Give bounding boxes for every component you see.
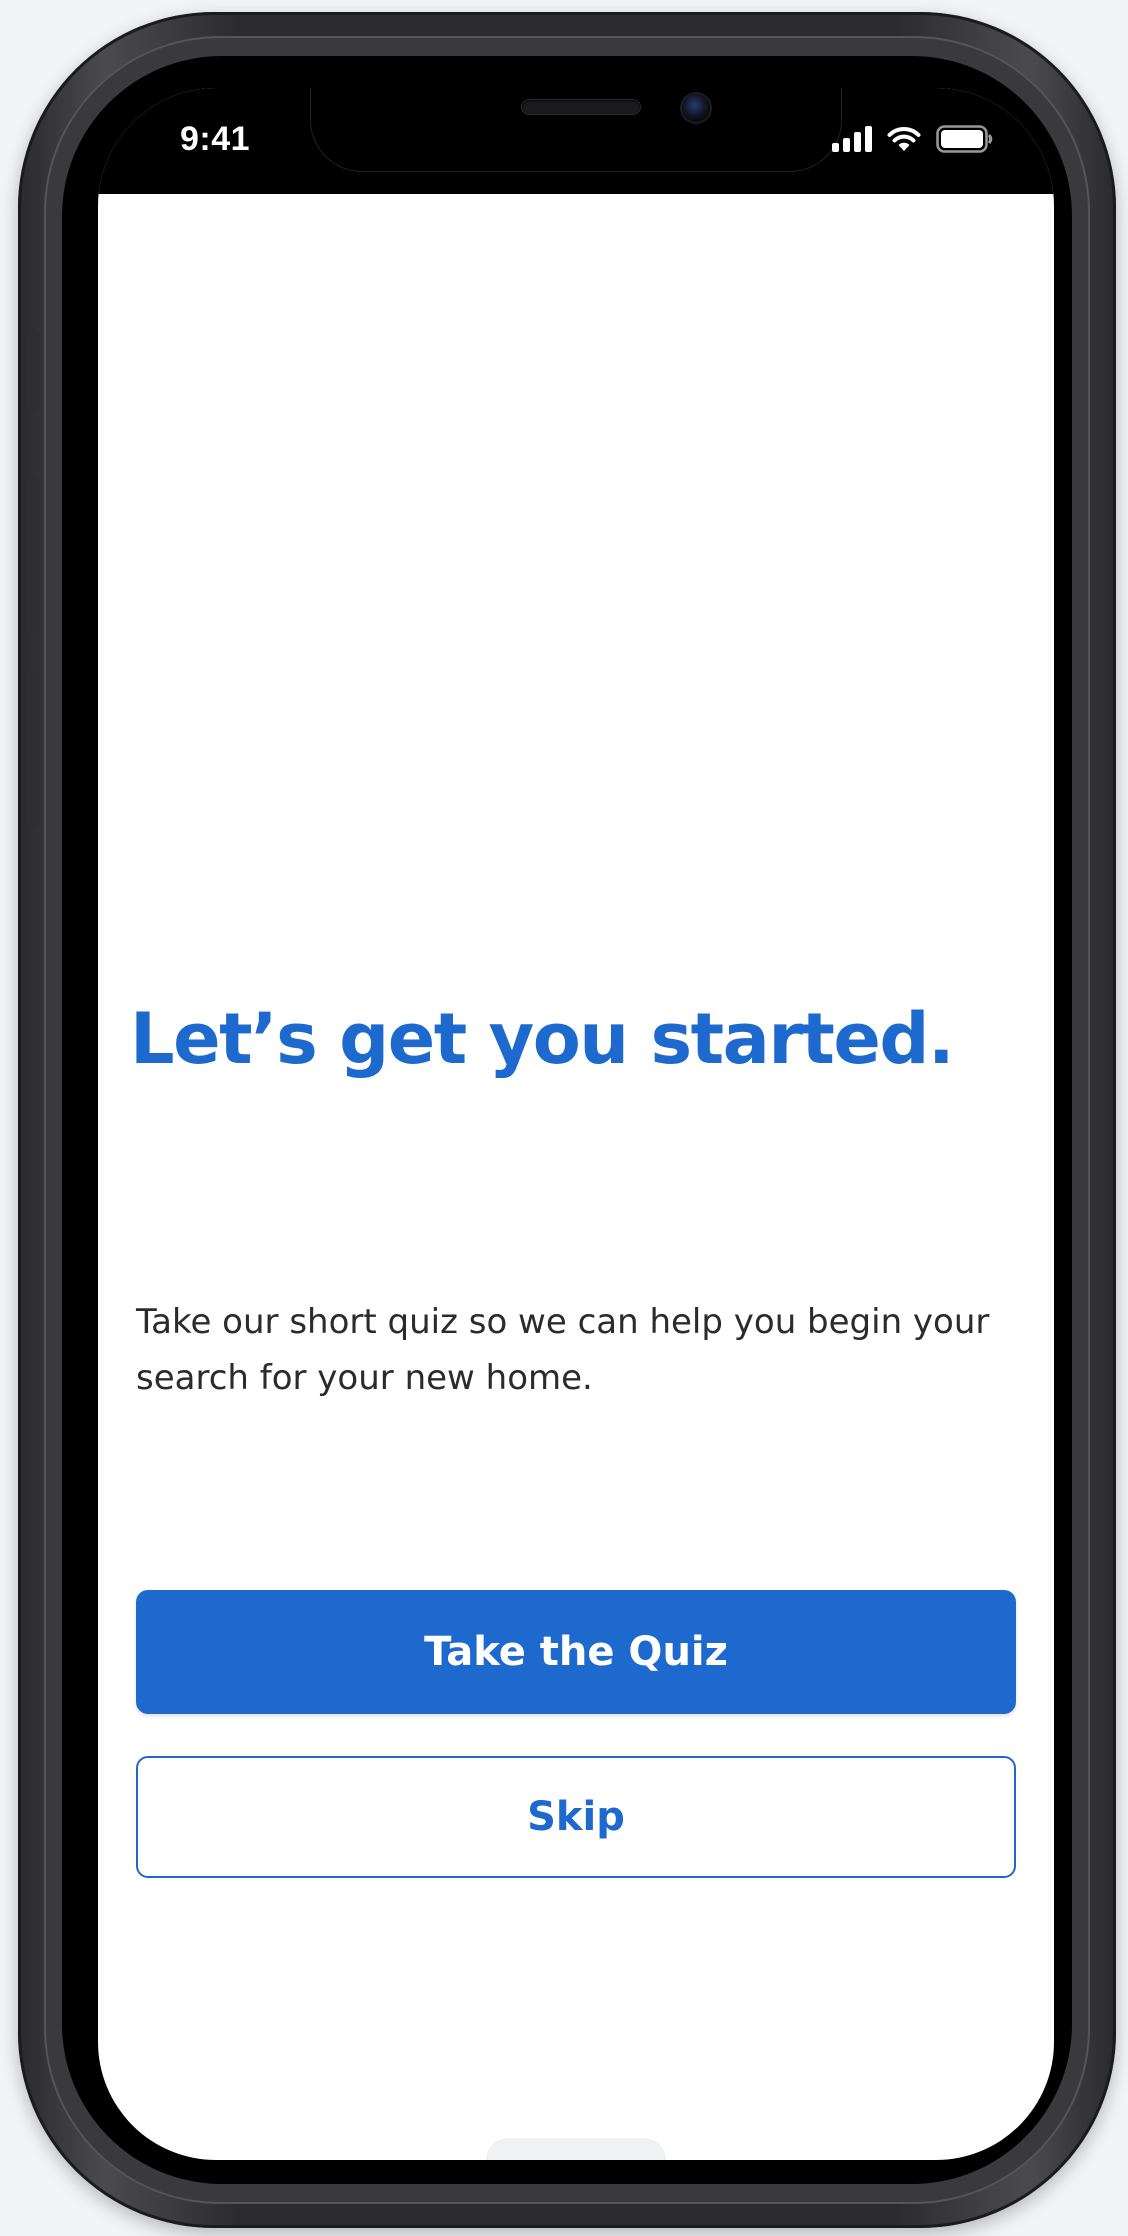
- silent-switch: [26, 330, 40, 410]
- signal-icon: [832, 126, 872, 152]
- notch: [310, 88, 842, 172]
- status-icons: [832, 122, 994, 156]
- volume-down-button: [26, 672, 40, 826]
- take-quiz-button[interactable]: Take the Quiz: [136, 1590, 1016, 1714]
- skip-button[interactable]: Skip: [136, 1756, 1016, 1878]
- status-bar: 9:41: [98, 88, 1054, 194]
- speaker-grille: [522, 100, 640, 114]
- front-camera: [682, 94, 710, 122]
- volume-up-button: [26, 478, 40, 632]
- battery-icon: [936, 125, 993, 153]
- page-title: Let’s get you started.: [130, 998, 955, 1080]
- wifi-icon: [887, 127, 921, 151]
- home-indicator: [486, 2138, 666, 2160]
- onboarding-description: Take our short quiz so we can help you b…: [136, 1302, 990, 1398]
- status-time: 9:41: [180, 120, 251, 158]
- app-screen: 9:41 Let’s get you started. Take our sho…: [98, 88, 1054, 2160]
